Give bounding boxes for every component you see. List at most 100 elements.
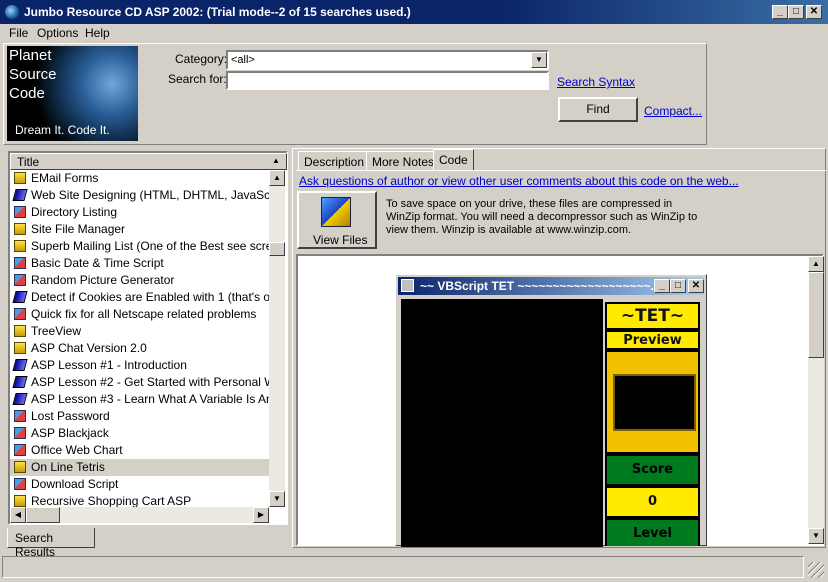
tab-search-results-label: Search Results	[15, 531, 56, 559]
list-item-label: Recursive Shopping Cart ASP	[31, 494, 192, 508]
list-item-label: ASP Lesson #1 - Introduction	[31, 358, 187, 372]
preview-scroll-down-icon[interactable]: ▼	[808, 528, 824, 544]
list-item[interactable]: Basic Date & Time Script	[10, 255, 269, 272]
results-hscrollbar[interactable]: ◀ ▶	[10, 507, 269, 523]
tet-window-icon	[401, 279, 414, 292]
tab-more-notes[interactable]: More Notes	[366, 151, 441, 171]
scroll-down-icon[interactable]: ▼	[269, 491, 285, 507]
list-item-label: Basic Date & Time Script	[31, 256, 164, 270]
tab-description[interactable]: Description	[298, 151, 371, 171]
tet-level-label: Level	[605, 518, 700, 546]
winzip-icon	[321, 197, 351, 227]
preview-vscrollbar[interactable]: ▲ ▼	[808, 256, 824, 544]
tet-maximize-icon: □	[670, 279, 686, 293]
list-item-label: ASP Lesson #3 - Learn What A Variable Is…	[31, 392, 269, 406]
column-header-title[interactable]: Title ▲	[10, 153, 287, 170]
code-item-icon	[12, 189, 28, 201]
category-select[interactable]: <all> ▼	[226, 50, 549, 70]
list-item-label: Quick fix for all Netscape related probl…	[31, 307, 257, 321]
code-item-icon	[14, 325, 26, 337]
code-item-icon	[14, 308, 26, 320]
code-item-icon	[12, 376, 28, 388]
list-item[interactable]: ASP Lesson #3 - Learn What A Variable Is…	[10, 391, 269, 408]
category-label: Category:	[175, 52, 228, 66]
search-input[interactable]	[226, 71, 549, 90]
window-title: Jumbo Resource CD ASP 2002: (Trial mode-…	[24, 5, 411, 19]
scroll-thumb[interactable]	[269, 242, 285, 256]
code-item-icon	[12, 291, 28, 303]
code-item-icon	[14, 444, 26, 456]
list-item-label: ASP Chat Version 2.0	[31, 341, 147, 355]
list-item-label: Random Picture Generator	[31, 273, 175, 287]
list-item-label: Directory Listing	[31, 205, 118, 219]
menu-help[interactable]: Help	[85, 26, 110, 40]
menu-bar: File Options Help	[0, 24, 828, 42]
tab-code[interactable]: Code	[433, 149, 474, 171]
scroll-up-icon[interactable]: ▲	[269, 170, 285, 186]
list-item[interactable]: Lost Password	[10, 408, 269, 425]
close-button[interactable]: ✕	[806, 5, 822, 19]
minimize-button[interactable]: _	[772, 5, 788, 19]
hscroll-thumb[interactable]	[26, 507, 60, 523]
logo-line-1: Planet	[9, 47, 52, 64]
list-item-label: Lost Password	[31, 409, 110, 423]
chevron-down-icon[interactable]: ▼	[531, 52, 547, 68]
list-item[interactable]: Superb Mailing List (One of the Best see…	[10, 238, 269, 255]
list-item-label: ASP Blackjack	[31, 426, 109, 440]
search-syntax-link[interactable]: Search Syntax	[557, 75, 635, 89]
list-item-label: Site File Manager	[31, 222, 126, 236]
list-item[interactable]: EMail Forms	[10, 170, 269, 187]
category-value: <all>	[231, 54, 255, 66]
tet-score-label: Score	[605, 454, 700, 486]
menu-options[interactable]: Options	[37, 26, 78, 40]
code-item-icon	[14, 342, 26, 354]
ask-questions-link[interactable]: Ask questions of author or view other us…	[299, 174, 739, 188]
list-item[interactable]: ASP Lesson #1 - Introduction	[10, 357, 269, 374]
list-item[interactable]: Detect if Cookies are Enabled with 1 (th…	[10, 289, 269, 306]
list-item[interactable]: Web Site Designing (HTML, DHTML, JavaScr…	[10, 187, 269, 204]
tet-preview-label: Preview	[605, 330, 700, 350]
planet-source-code-logo: Planet Source Code Dream It. Code It.	[7, 46, 138, 141]
list-item[interactable]: Download Script	[10, 476, 269, 493]
logo-line-2: Source	[9, 66, 57, 83]
list-item[interactable]: Office Web Chart	[10, 442, 269, 459]
results-list[interactable]: Title ▲ EMail Forms Web Site Designing (H…	[8, 151, 288, 525]
list-item-label: Download Script	[31, 477, 119, 491]
list-item-label: TreeView	[31, 324, 82, 338]
list-item[interactable]: Site File Manager	[10, 221, 269, 238]
list-item[interactable]: Quick fix for all Netscape related probl…	[10, 306, 269, 323]
sort-up-icon: ▲	[268, 154, 284, 169]
list-item[interactable]: Directory Listing	[10, 204, 269, 221]
code-item-icon	[14, 172, 26, 184]
list-item[interactable]: ASP Chat Version 2.0	[10, 340, 269, 357]
app-icon[interactable]	[5, 5, 19, 19]
find-button[interactable]: Find	[558, 97, 638, 122]
tab-search-results[interactable]: Search Results	[7, 528, 95, 559]
logo-tagline: Dream It. Code It.	[15, 123, 110, 137]
tet-side-title: ~TET~	[605, 302, 700, 330]
compact-link[interactable]: Compact...	[644, 104, 702, 118]
view-files-button[interactable]: View Files	[297, 191, 377, 249]
list-item[interactable]: ASP Lesson #2 - Get Started with Persona…	[10, 374, 269, 391]
tet-preview-box	[605, 350, 700, 454]
code-item-icon	[14, 206, 26, 218]
list-item[interactable]: ASP Blackjack	[10, 425, 269, 442]
preview-scroll-up-icon[interactable]: ▲	[808, 256, 824, 272]
list-item[interactable]: Random Picture Generator	[10, 272, 269, 289]
preview-scroll-thumb[interactable]	[808, 272, 824, 358]
code-item-icon	[14, 495, 26, 507]
results-vscrollbar[interactable]: ▲ ▼	[269, 170, 285, 507]
list-item[interactable]: TreeView	[10, 323, 269, 340]
scroll-right-icon[interactable]: ▶	[253, 507, 269, 523]
resize-grip-icon[interactable]	[808, 562, 824, 578]
tet-minimize-icon: _	[654, 279, 670, 293]
status-bar	[2, 556, 804, 578]
maximize-button[interactable]: □	[788, 5, 804, 19]
menu-file[interactable]: File	[9, 26, 28, 40]
find-button-label: Find	[586, 102, 610, 116]
code-item-icon	[14, 240, 26, 252]
list-item-label: Office Web Chart	[31, 443, 123, 457]
scroll-left-icon[interactable]: ◀	[10, 507, 26, 523]
list-item[interactable]: On Line Tetris	[10, 459, 269, 476]
tet-title: ~~ VBScript TET ~~~~~~~~~~~~~~~~~~~...	[420, 279, 661, 293]
